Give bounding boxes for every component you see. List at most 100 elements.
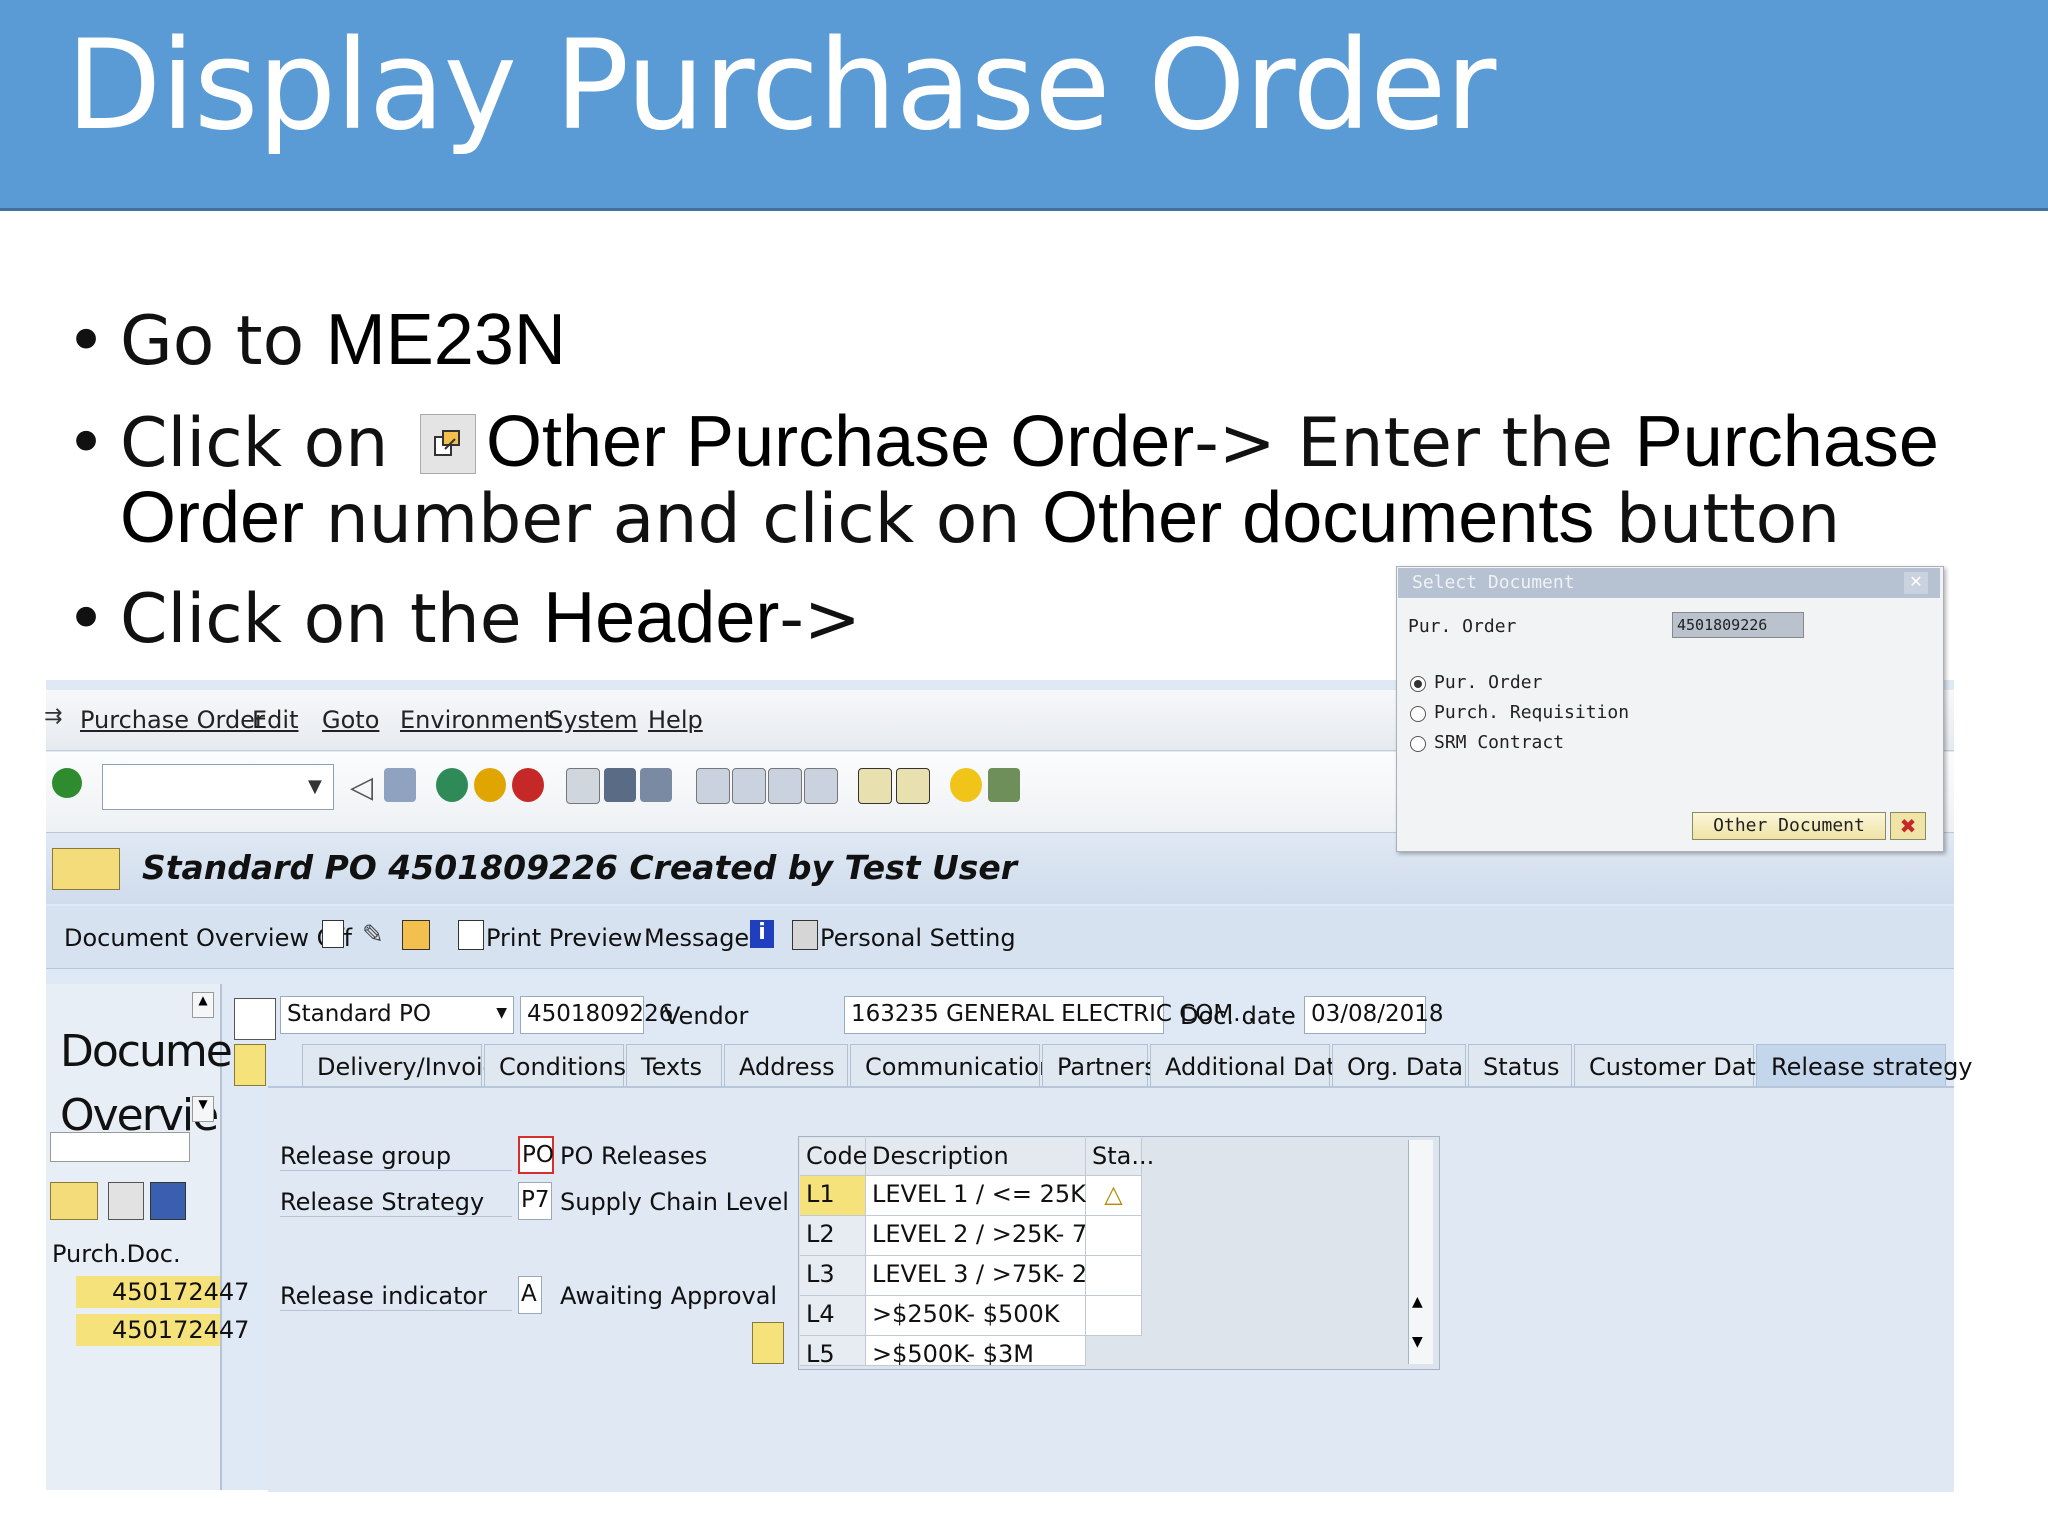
- layout-icon[interactable]: [988, 768, 1020, 802]
- cancel-icon[interactable]: [512, 768, 544, 802]
- other-po-icon: [419, 414, 476, 474]
- new-session-icon[interactable]: [858, 768, 892, 804]
- table-scrollbar[interactable]: [1408, 1140, 1433, 1364]
- tab-conditions[interactable]: Conditions: [484, 1044, 626, 1086]
- messages-button[interactable]: Messages: [644, 924, 762, 952]
- find-icon[interactable]: [604, 768, 636, 802]
- selection-variant-icon[interactable]: [50, 1182, 98, 1220]
- bullet-go-to: • Go to ME23N: [66, 300, 566, 381]
- tab-customer-data[interactable]: Customer Data: [1574, 1044, 1771, 1086]
- column-header-description[interactable]: Description: [866, 1138, 1086, 1176]
- prev-page-icon[interactable]: [732, 768, 766, 804]
- radio-pur-order[interactable]: [1410, 676, 1426, 692]
- shortcut-icon[interactable]: [896, 768, 930, 804]
- back-icon[interactable]: ◁: [350, 770, 373, 805]
- column-header-code[interactable]: Code: [800, 1138, 867, 1176]
- refresh-icon[interactable]: [150, 1182, 186, 1220]
- table-row-desc[interactable]: LEVEL 1 / <= 25K: [866, 1176, 1086, 1216]
- menu-goto[interactable]: Goto: [322, 706, 379, 734]
- tab-additional-data[interactable]: Additional Data: [1150, 1044, 1350, 1086]
- table-row-desc[interactable]: >$500K- $3M: [866, 1336, 1086, 1366]
- exit-icon[interactable]: [474, 768, 506, 802]
- menu-help[interactable]: Help: [648, 706, 703, 734]
- tab-partners[interactable]: Partners: [1042, 1044, 1157, 1086]
- save-icon[interactable]: [384, 768, 416, 802]
- bullet-text: ->: [779, 580, 861, 659]
- tab-org-data[interactable]: Org. Data: [1332, 1044, 1466, 1086]
- header-toggle-icon[interactable]: [234, 1044, 266, 1086]
- release-details-icon[interactable]: [752, 1322, 784, 1364]
- last-page-icon[interactable]: [804, 768, 838, 804]
- release-strategy-label: Release Strategy: [280, 1188, 512, 1217]
- table-row-status: [1086, 1296, 1142, 1336]
- chevron-down-icon[interactable]: ▼: [308, 776, 322, 797]
- command-field[interactable]: [102, 764, 334, 810]
- release-strategy-field[interactable]: P7: [518, 1182, 552, 1220]
- menu-environment[interactable]: Environment: [400, 706, 553, 734]
- vendor-field[interactable]: 163235 GENERAL ELECTRIC COM...: [844, 996, 1255, 1034]
- table-row-desc[interactable]: LEVEL 3 / >75K- 250K: [866, 1256, 1133, 1296]
- doc-type-select[interactable]: Standard PO ▼: [280, 996, 514, 1034]
- tab-delivery-invoice[interactable]: Delivery/Invoice: [302, 1044, 511, 1086]
- info-icon[interactable]: i: [750, 920, 774, 948]
- scroll-up-icon[interactable]: ▲: [192, 992, 214, 1018]
- doc-list-item[interactable]: 450172447: [76, 1314, 249, 1346]
- first-page-icon[interactable]: [696, 768, 730, 804]
- menu-system[interactable]: System: [548, 706, 638, 734]
- release-group-field[interactable]: PO: [518, 1136, 554, 1174]
- other-po-icon[interactable]: [402, 920, 430, 950]
- enter-icon[interactable]: [52, 768, 82, 798]
- other-document-button[interactable]: Other Document: [1692, 812, 1886, 840]
- back-green-icon[interactable]: [436, 768, 468, 802]
- table-row-code[interactable]: L5: [800, 1336, 866, 1366]
- find-next-icon[interactable]: [640, 768, 672, 802]
- tab-texts[interactable]: Texts: [626, 1044, 722, 1086]
- table-row-code[interactable]: L2: [800, 1216, 866, 1256]
- table-row-desc[interactable]: LEVEL 2 / >25K- 75K: [866, 1216, 1118, 1256]
- po-number-field[interactable]: 4501809226: [520, 996, 673, 1034]
- copy-icon[interactable]: [108, 1182, 144, 1220]
- next-page-icon[interactable]: [768, 768, 802, 804]
- create-icon[interactable]: [322, 920, 344, 948]
- radio-label: Purch. Requisition: [1434, 702, 1630, 723]
- pur-order-input[interactable]: 4501809226: [1672, 612, 1804, 638]
- radio-srm-contract[interactable]: [1410, 736, 1426, 752]
- table-row-code[interactable]: L3: [800, 1256, 866, 1296]
- cancel-icon[interactable]: ✖: [1890, 812, 1926, 840]
- release-indicator-field[interactable]: A: [518, 1276, 542, 1314]
- horizontal-scrollbar[interactable]: [50, 1132, 190, 1162]
- bullet-text: number and click on: [304, 480, 1043, 559]
- print-preview-button[interactable]: Print Preview: [486, 924, 642, 952]
- scroll-down-icon[interactable]: ▼: [1412, 1334, 1423, 1350]
- personal-setting-button[interactable]: Personal Setting: [820, 924, 1016, 952]
- doc-list-item[interactable]: 450172447: [76, 1276, 249, 1308]
- radio-purch-requisition[interactable]: [1410, 706, 1426, 722]
- services-object-icon[interactable]: [52, 848, 120, 890]
- tab-status[interactable]: Status: [1468, 1044, 1572, 1086]
- table-row-code[interactable]: L1: [800, 1176, 866, 1216]
- tab-communication[interactable]: Communication: [850, 1044, 1054, 1086]
- pur-order-label: Pur. Order: [1408, 616, 1517, 637]
- doc-date-label: Doc. date: [1180, 1002, 1296, 1030]
- table-row-desc[interactable]: >$250K- $500K: [866, 1296, 1086, 1336]
- scroll-up-icon[interactable]: ▲: [1412, 1294, 1423, 1310]
- menu-purchase-order[interactable]: Purchase Order: [80, 706, 265, 734]
- print-icon[interactable]: [566, 768, 600, 804]
- help-icon[interactable]: [950, 768, 982, 802]
- doc-date-field[interactable]: 03/08/2018: [1304, 996, 1444, 1034]
- document-overview-button[interactable]: Document Overview Off: [64, 924, 352, 952]
- personal-setting-icon[interactable]: [792, 920, 818, 950]
- tab-address[interactable]: Address: [724, 1044, 848, 1086]
- bold-text: Order: [120, 478, 305, 558]
- table-row-code[interactable]: L4: [800, 1296, 866, 1336]
- release-group-desc: PO Releases: [560, 1142, 708, 1170]
- print-preview-icon[interactable]: [458, 920, 484, 950]
- radio-label: Pur. Order: [1434, 672, 1543, 693]
- close-icon[interactable]: ✕: [1904, 572, 1928, 594]
- dropdown-icon[interactable]: ▼: [192, 1096, 214, 1122]
- menu-edit[interactable]: Edit: [252, 706, 298, 734]
- column-header-status[interactable]: Sta...: [1086, 1138, 1154, 1176]
- menu-icon[interactable]: ⇉: [44, 704, 62, 729]
- tab-release-strategy[interactable]: Release strategy: [1756, 1044, 1973, 1086]
- change-icon[interactable]: ✎: [362, 920, 384, 950]
